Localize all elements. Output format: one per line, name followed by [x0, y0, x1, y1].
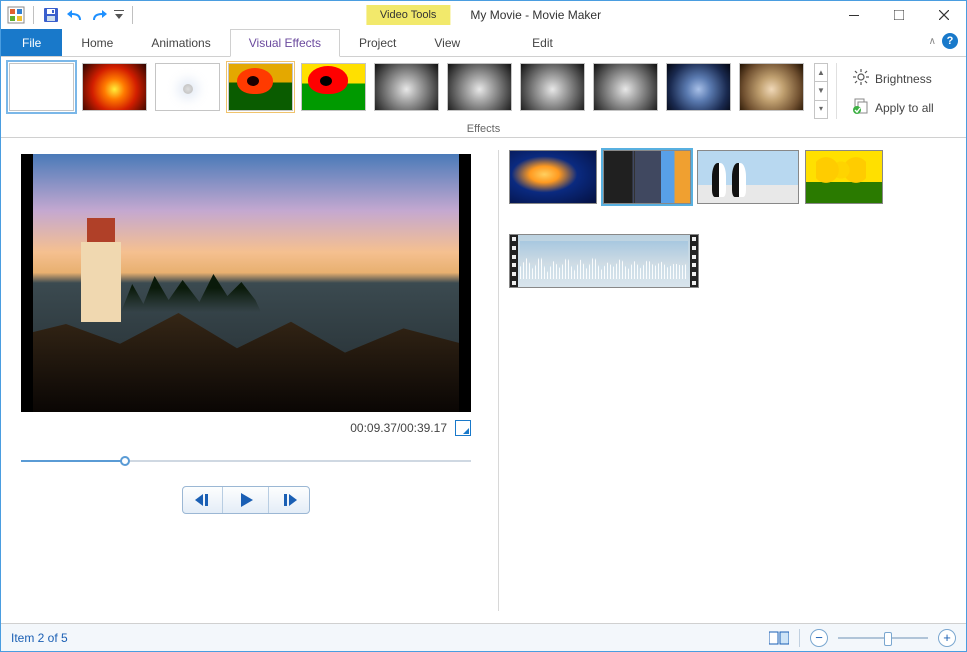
title-center: Video Tools My Movie - Movie Maker: [366, 5, 601, 25]
tab-animations[interactable]: Animations: [132, 29, 229, 56]
zoom-out-button[interactable]: −: [810, 629, 828, 647]
seek-bar[interactable]: [21, 454, 471, 468]
audio-thumbnail: [520, 241, 688, 265]
tab-view[interactable]: View: [415, 29, 479, 56]
fullscreen-icon[interactable]: [455, 420, 471, 436]
letterbox-right: [459, 154, 471, 412]
timeline-pane: [499, 138, 966, 623]
preview-video: [21, 154, 471, 412]
title-bar: Video Tools My Movie - Movie Maker: [1, 1, 966, 29]
undo-icon[interactable]: [64, 4, 86, 26]
tab-edit[interactable]: Edit: [513, 29, 572, 56]
close-button[interactable]: [921, 1, 966, 29]
separator: [132, 6, 133, 24]
effects-gallery: ▲ ▼ ▾: [9, 63, 828, 119]
tab-file[interactable]: File: [1, 29, 62, 56]
view-toggle-icon[interactable]: [769, 630, 789, 646]
gallery-expand-icon[interactable]: ▾: [815, 101, 827, 118]
preview-trees: [121, 272, 261, 312]
status-right: − +: [769, 629, 956, 647]
status-bar: Item 2 of 5 − +: [1, 623, 966, 651]
transport-controls: [21, 486, 471, 514]
status-text: Item 2 of 5: [11, 631, 68, 645]
letterbox-left: [21, 154, 33, 412]
film-holes-left: [510, 235, 518, 287]
save-icon[interactable]: [40, 4, 62, 26]
gallery-scroll-up-icon[interactable]: ▲: [815, 64, 827, 82]
redo-icon[interactable]: [88, 4, 110, 26]
preview-time: 00:09.37/00:39.17: [350, 421, 447, 435]
ribbon-group-label: Effects: [1, 119, 966, 137]
app-icon[interactable]: [5, 4, 27, 26]
seek-fill: [21, 460, 125, 462]
tab-visual-effects[interactable]: Visual Effects: [230, 29, 340, 57]
ribbon-content: ▲ ▼ ▾ Brightness Apply to all: [1, 57, 966, 119]
clip-penguins[interactable]: [697, 150, 799, 204]
gallery-scroll-down-icon[interactable]: ▼: [815, 82, 827, 100]
zoom-thumb[interactable]: [884, 632, 892, 646]
tab-home[interactable]: Home: [62, 29, 132, 56]
effect-grayscale-1[interactable]: [374, 63, 439, 111]
separator: [33, 6, 34, 24]
app-window: Video Tools My Movie - Movie Maker File …: [0, 0, 967, 652]
audio-clip[interactable]: [509, 234, 699, 288]
contextual-tab-header: Video Tools: [366, 5, 450, 25]
help-icon[interactable]: ?: [942, 33, 958, 49]
effect-none[interactable]: [9, 63, 74, 111]
video-track: [509, 150, 956, 204]
clip-lighthouse[interactable]: [603, 150, 691, 204]
quick-access-toolbar: [1, 4, 137, 26]
effect-blue-tint[interactable]: [666, 63, 731, 111]
zoom-slider[interactable]: [838, 631, 928, 645]
clip-jellyfish[interactable]: [509, 150, 597, 204]
maximize-button[interactable]: [876, 1, 921, 29]
clip-tulips[interactable]: [805, 150, 883, 204]
effect-posterize-2[interactable]: [301, 63, 366, 111]
next-frame-button[interactable]: [269, 487, 309, 513]
window-controls: [831, 1, 966, 29]
brightness-label: Brightness: [875, 72, 932, 86]
minimize-button[interactable]: [831, 1, 876, 29]
ribbon-tabs: File Home Animations Visual Effects Proj…: [1, 29, 966, 57]
seek-thumb[interactable]: [120, 456, 130, 466]
qat-customize-icon[interactable]: [112, 4, 126, 26]
effect-grayscale-2[interactable]: [447, 63, 512, 111]
playhead[interactable]: [634, 150, 635, 204]
ribbon: ▲ ▼ ▾ Brightness Apply to all Effects: [1, 57, 966, 138]
preview-status: 00:09.37/00:39.17: [21, 420, 471, 436]
brightness-icon: [853, 69, 869, 88]
tab-project[interactable]: Project: [340, 29, 415, 56]
prev-frame-button[interactable]: [183, 487, 223, 513]
ribbon-side-group: Brightness Apply to all: [836, 63, 958, 119]
brightness-button[interactable]: Brightness: [849, 67, 958, 90]
effect-white[interactable]: [155, 63, 220, 111]
play-button[interactable]: [223, 487, 269, 513]
apply-all-icon: [853, 98, 869, 117]
transport-group: [182, 486, 310, 514]
zoom-in-button[interactable]: +: [938, 629, 956, 647]
preview-pane: 00:09.37/00:39.17: [1, 138, 498, 623]
apply-all-label: Apply to all: [875, 101, 934, 115]
effect-sepia[interactable]: [739, 63, 804, 111]
ribbon-collapse-icon[interactable]: ∧: [929, 36, 936, 47]
separator: [799, 629, 800, 647]
film-holes-right: [690, 235, 698, 287]
audio-track: [509, 234, 956, 288]
body: 00:09.37/00:39.17: [1, 138, 966, 623]
window-title: My Movie - Movie Maker: [470, 8, 601, 22]
ribbon-right-controls: ∧ ?: [929, 33, 958, 49]
preview-scene: [21, 154, 471, 412]
preview-lighthouse: [81, 242, 121, 322]
apply-to-all-button[interactable]: Apply to all: [849, 96, 958, 119]
effect-grayscale-4[interactable]: [593, 63, 658, 111]
effect-warm[interactable]: [82, 63, 147, 111]
effect-posterize-1[interactable]: [228, 63, 293, 111]
gallery-scroll: ▲ ▼ ▾: [814, 63, 828, 119]
effect-grayscale-3[interactable]: [520, 63, 585, 111]
